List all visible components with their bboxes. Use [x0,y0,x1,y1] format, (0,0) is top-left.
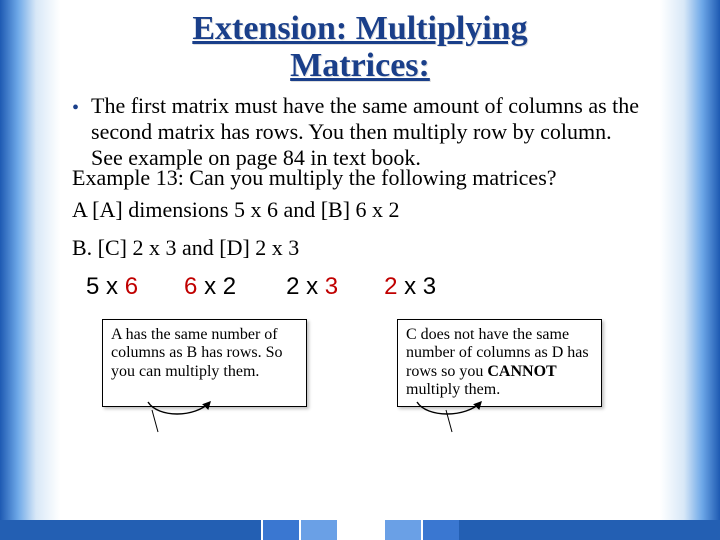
bullet-text: The first matrix must have the same amou… [91,93,648,171]
slide-content: Extension: Multiplying Matrices: • The f… [0,0,720,540]
part-a-line: A [A] dimensions 5 x 6 and [B] 6 x 2 [72,197,648,223]
dim-b2: 2 x 3 [384,273,436,301]
dim-b1: 2 x 3 [286,273,338,301]
title-line-1: Extension: Multiplying [192,10,527,47]
dim-b2-red: 2 [384,273,404,300]
bullet-dot-icon: • [72,97,79,120]
dim-a1-pre: 5 x [86,273,125,300]
annot-b-bold: CANNOT [487,363,556,380]
dim-group-a: 5 x 6 6 x 2 [86,273,236,301]
dimension-row: 5 x 6 6 x 2 2 x 3 2 x 3 [86,273,634,301]
bullet-row: • The first matrix must have the same am… [72,93,648,171]
dim-a2: 6 x 2 [184,273,236,301]
dim-a2-post: x 2 [204,273,236,300]
annotation-a: A has the same number of columns as B ha… [102,319,307,407]
dim-b2-post: x 3 [404,273,436,300]
annotation-row: A has the same number of columns as B ha… [102,319,634,407]
slide-title: Extension: Multiplying Matrices: [60,10,660,85]
annot-b-post: multiply them. [406,381,500,398]
dim-a1: 5 x 6 [86,273,138,301]
annotation-b: C does not have the same number of colum… [397,319,602,407]
dim-b1-pre: 2 x [286,273,325,300]
dim-a1-red: 6 [125,273,138,300]
dim-a2-red: 6 [184,273,204,300]
title-line-2: Matrices: [290,47,430,84]
dim-group-b: 2 x 3 2 x 3 [286,273,436,301]
part-b-line: B. [C] 2 x 3 and [D] 2 x 3 [72,235,648,261]
dim-b1-red: 3 [325,273,338,300]
